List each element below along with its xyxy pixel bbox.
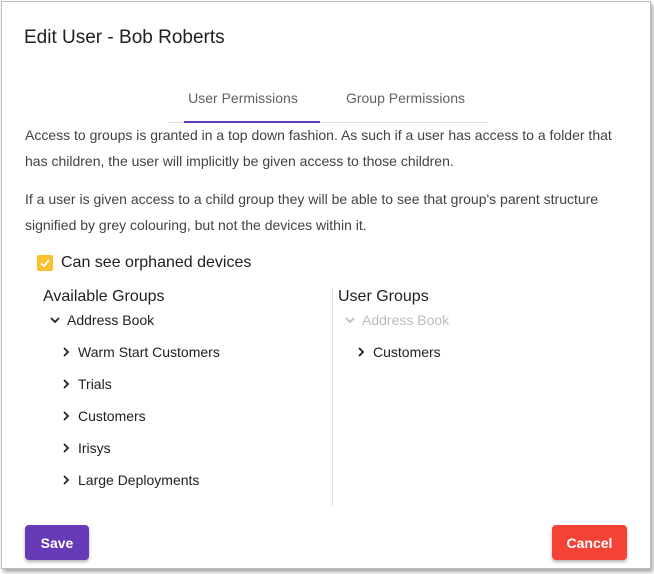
chevron-right-icon (358, 347, 365, 357)
available-tree-item[interactable]: Large Deployments (59, 470, 199, 490)
chevron-right-icon (63, 411, 70, 421)
description-paragraph-1: Access to groups is granted in a top dow… (25, 127, 612, 169)
tree-item-label: Irisys (78, 440, 111, 456)
available-tree-root[interactable]: Address Book (48, 310, 154, 330)
available-groups-heading: Available Groups (43, 288, 165, 305)
dialog-title: Edit User - Bob Roberts (24, 27, 225, 48)
orphaned-devices-checkbox-row[interactable]: Can see orphaned devices (37, 252, 251, 274)
chevron-down-icon (345, 317, 355, 324)
tree-item-label: Customers (78, 408, 146, 424)
tab-group-permissions[interactable]: Group Permissions (328, 88, 483, 122)
tree-item-label: Customers (373, 344, 441, 360)
user-groups-heading: User Groups (338, 288, 429, 305)
user-tree-item[interactable]: Customers (354, 342, 441, 362)
available-tree-item[interactable]: Customers (59, 406, 146, 426)
permission-tabs: User Permissions Group Permissions (168, 88, 488, 123)
chevron-right-icon (63, 475, 70, 485)
cancel-button[interactable]: Cancel (552, 525, 627, 560)
orphaned-devices-label: Can see orphaned devices (61, 254, 252, 271)
column-divider (332, 288, 333, 506)
tree-item-label: Trials (78, 376, 112, 392)
chevron-down-icon (50, 317, 60, 324)
check-icon (40, 259, 50, 268)
available-tree-item[interactable]: Warm Start Customers (59, 342, 220, 362)
chevron-right-icon (63, 379, 70, 389)
available-tree-item[interactable]: Irisys (59, 438, 111, 458)
tree-item-label: Large Deployments (78, 472, 200, 488)
tree-item-label: Warm Start Customers (78, 344, 220, 360)
available-tree-item[interactable]: Trials (59, 374, 112, 394)
tree-item-label: Address Book (362, 312, 450, 328)
chevron-right-icon (63, 347, 70, 357)
edit-user-dialog: Edit User - Bob Roberts User Permissions… (1, 1, 651, 569)
tree-item-label: Address Book (67, 312, 155, 328)
chevron-right-icon (63, 443, 70, 453)
description-paragraph-2: If a user is given access to a child gro… (25, 191, 599, 233)
orphaned-devices-checkbox[interactable] (37, 255, 53, 271)
save-button[interactable]: Save (25, 525, 89, 560)
user-tree-root: Address Book (343, 310, 449, 330)
tab-user-permissions[interactable]: User Permissions (168, 88, 320, 123)
